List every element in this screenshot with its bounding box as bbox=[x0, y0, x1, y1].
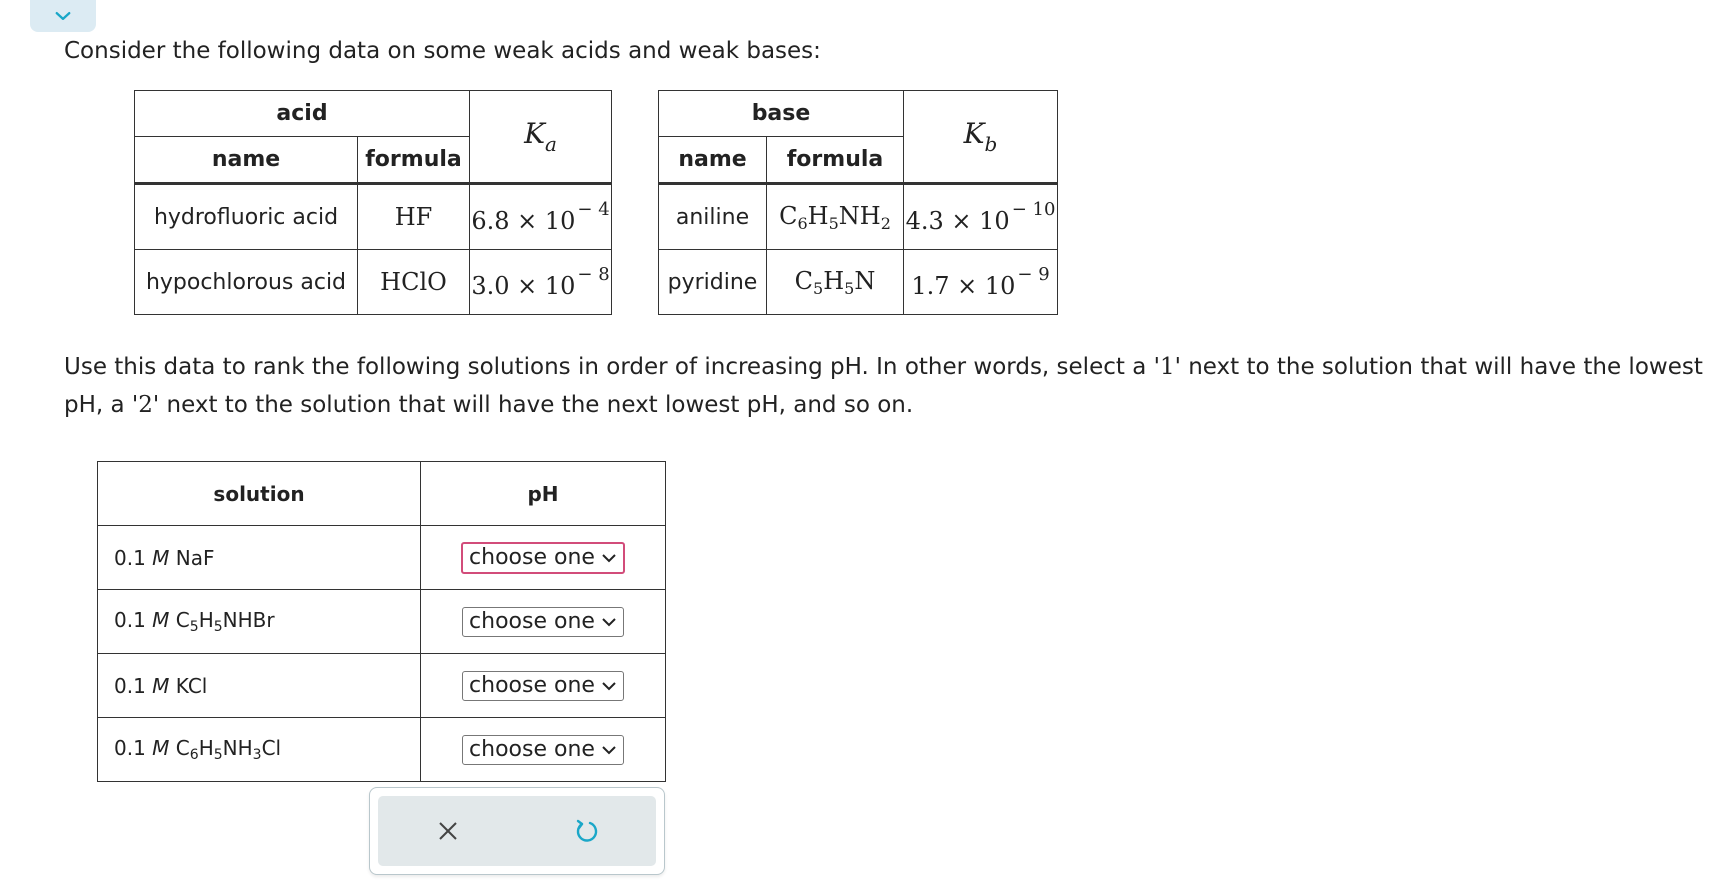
ph-rank-cell: choose one bbox=[420, 525, 666, 590]
table-row: 0.1 M KCl choose one bbox=[97, 653, 666, 718]
base-formula-cell: C6H5NH2 bbox=[766, 183, 904, 250]
answer-toolbar bbox=[369, 787, 665, 875]
ph-header: pH bbox=[420, 461, 666, 526]
reset-button[interactable] bbox=[567, 811, 607, 851]
chevron-down-icon bbox=[602, 617, 616, 626]
collapse-toggle-button[interactable] bbox=[30, 0, 96, 32]
base-group-header: base bbox=[658, 90, 904, 137]
ka-value-cell: 6.8 × 10− 4 bbox=[469, 183, 612, 250]
ph-rank-cell: choose one bbox=[420, 653, 666, 718]
kb-value-cell: 1.7 × 10− 9 bbox=[903, 249, 1058, 315]
rank-select[interactable]: choose one bbox=[462, 606, 624, 637]
acid-formula-cell: HClO bbox=[357, 249, 470, 315]
base-name-cell: aniline bbox=[658, 183, 767, 250]
acid-group-header: acid bbox=[134, 90, 470, 137]
ka-value-cell: 3.0 × 10− 8 bbox=[469, 249, 612, 315]
intro-text: Consider the following data on some weak… bbox=[64, 38, 821, 64]
acid-formula-header: formula bbox=[357, 136, 470, 185]
table-row: 0.1 M C6H5NH3Cl choose one bbox=[97, 717, 666, 782]
base-formula-cell: C5H5N bbox=[766, 249, 904, 315]
toolbar-inner bbox=[378, 796, 656, 866]
base-name-header: name bbox=[658, 136, 767, 185]
acid-name-cell: hypochlorous acid bbox=[134, 249, 358, 315]
chevron-down-icon bbox=[602, 553, 616, 562]
acid-name-header: name bbox=[134, 136, 358, 185]
kb-value-cell: 4.3 × 10− 10 bbox=[903, 183, 1058, 250]
rank-select[interactable]: choose one bbox=[462, 670, 624, 701]
solution-cell: 0.1 M KCl bbox=[97, 653, 421, 718]
chevron-down-icon bbox=[602, 745, 616, 754]
ph-rank-cell: choose one bbox=[420, 589, 666, 654]
solution-header: solution bbox=[97, 461, 421, 526]
acid-data-table: acid Ka name formula hydrofluoric acid H… bbox=[134, 90, 612, 315]
chevron-down-icon bbox=[602, 681, 616, 690]
undo-icon bbox=[576, 819, 597, 842]
acid-name-cell: hydrofluoric acid bbox=[134, 183, 358, 250]
ka-header: Ka bbox=[469, 90, 612, 185]
close-icon bbox=[438, 822, 457, 840]
chevron-down-icon bbox=[55, 12, 71, 20]
solution-cell: 0.1 M C6H5NH3Cl bbox=[97, 717, 421, 782]
ranking-table: solution pH 0.1 M NaF choose one 0.1 M C… bbox=[97, 461, 666, 782]
solution-cell: 0.1 M C5H5NHBr bbox=[97, 589, 421, 654]
solution-cell: 0.1 M NaF bbox=[97, 525, 421, 590]
base-name-cell: pyridine bbox=[658, 249, 767, 315]
acid-formula-cell: HF bbox=[357, 183, 470, 250]
table-row: 0.1 M C5H5NHBr choose one bbox=[97, 589, 666, 654]
rank-select[interactable]: choose one bbox=[462, 734, 624, 765]
instruction-text: Use this data to rank the following solu… bbox=[64, 354, 1703, 418]
clear-button[interactable] bbox=[428, 811, 468, 851]
base-data-table: base Kb name formula aniline C6H5NH2 4.3… bbox=[658, 90, 1058, 315]
ph-rank-cell: choose one bbox=[420, 717, 666, 782]
table-row: 0.1 M NaF choose one bbox=[97, 525, 666, 590]
base-formula-header: formula bbox=[766, 136, 904, 185]
kb-header: Kb bbox=[903, 90, 1058, 185]
rank-select[interactable]: choose one bbox=[461, 541, 625, 574]
